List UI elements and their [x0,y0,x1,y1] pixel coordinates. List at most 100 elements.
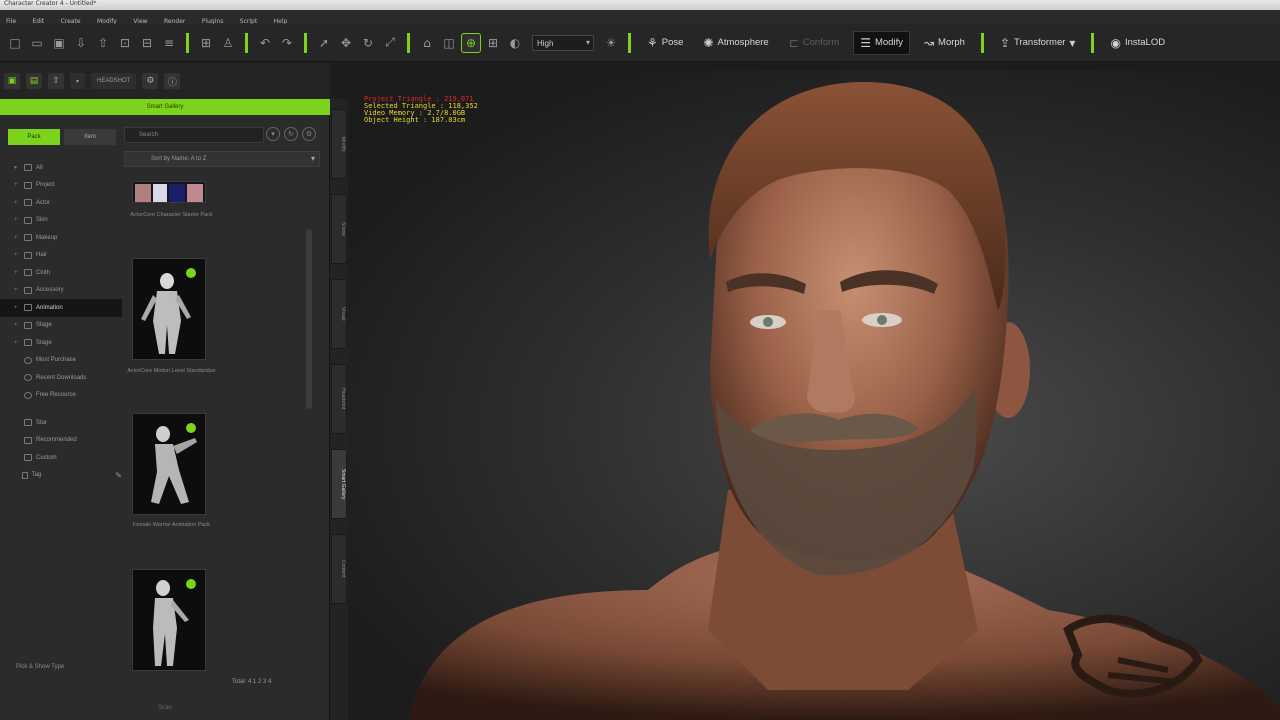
tree-item-selected[interactable]: + Animation [0,299,122,317]
thumbnail-image [133,259,205,359]
clothes-icon[interactable]: ⊡ [116,34,134,52]
thumbnail-item[interactable] [132,413,206,515]
transformer-icon: ⇪ [999,35,1011,50]
morph-icon: ↝ [923,35,935,50]
menu-bar: File Edit Create Modify View Render Plug… [0,10,1280,25]
tree-item[interactable]: + Skin [0,212,122,230]
tree-item[interactable]: + Stage [0,334,122,352]
side-tab-headshot[interactable]: Headshot [331,364,347,434]
tree-item[interactable]: + Actor [0,194,122,212]
headshot-button[interactable]: HEADSHOT [91,73,137,89]
window-title: Character Creator 4 - Untitled* [4,0,97,7]
rotate-icon[interactable]: ↻ [359,34,377,52]
side-tab-smart-gallery[interactable]: Smart Gallery [331,449,347,519]
tree-item[interactable]: + Makeup [0,229,122,247]
figure-icon[interactable]: ♙ [219,34,237,52]
toolbar-separator [186,32,189,53]
morph-button[interactable]: ↝ Morph [918,32,971,54]
content-icon[interactable]: ⊞ [197,34,215,52]
tree-item[interactable]: + Hair [0,247,122,265]
modify-label: Modify [874,37,903,48]
tree-item[interactable]: Star [0,414,122,432]
side-tab-modify[interactable]: Modify [331,109,347,179]
info-icon[interactable]: ⓘ [164,73,181,89]
pin-icon[interactable]: ✎ [115,471,122,480]
atmosphere-button[interactable]: ✺ Atmosphere [697,32,774,54]
panel-header: Smart Gallery [0,99,330,115]
pagination[interactable]: Total: 4 1 2 3 4 [232,679,271,685]
thumbnail-item[interactable] [132,181,206,203]
scale-icon[interactable]: ⤢ [381,34,399,52]
pose-label: Pose [661,37,684,48]
thumbnail-item[interactable] [132,258,206,360]
pose-button[interactable]: ⚘ Pose [641,32,689,54]
frame-icon[interactable]: ◫ [440,34,458,52]
side-tab-visual[interactable]: Visual [331,279,347,349]
tab-pack[interactable]: Pack [8,129,60,145]
thumbnail-item[interactable] [132,569,206,671]
search-input[interactable]: Search [124,127,264,143]
undo-icon[interactable]: ↶ [256,34,274,52]
side-tab-strip: Modify Scene Visual Headshot Smart Galle… [330,99,348,720]
dropdown-button[interactable]: ▾ [70,73,86,89]
move-icon[interactable]: ✥ [337,34,355,52]
sphere-icon[interactable]: ◐ [506,34,524,52]
footer-option[interactable]: Pick & Show Type [0,664,120,678]
toolbar-separator [245,32,248,53]
tree-item[interactable]: Recommended [0,432,122,450]
modify-button[interactable]: ☰ Modify [853,30,910,55]
sort-select[interactable]: Sort by Name: A to Z [124,151,320,167]
search-tools: ▾ ↻ ⚙ [266,127,316,141]
tree-item[interactable]: + Stage [0,317,122,335]
thumbnail-caption: ActorCore Character Starter Pack [130,212,213,218]
conform-icon: ⊏ [788,35,799,50]
instalod-button[interactable]: ◉ InstaLOD [1104,32,1171,54]
fit-view-icon[interactable]: ⊕ [461,32,481,53]
scan-button[interactable]: Scan [158,705,172,711]
instalod-label: InstaLOD [1124,37,1166,48]
object-height-stat: Object Height : 187.03cm [364,116,466,124]
green-tool-icon[interactable]: ▣ [4,73,20,89]
modify-icon: ☰ [860,35,871,50]
tree-item[interactable]: Most Purchase [0,352,122,370]
save-icon[interactable]: ▣ [50,34,68,52]
gallery-scrollbar[interactable] [306,229,312,409]
3d-viewport[interactable]: Project Triangle : 219,071 Selected Tria… [348,70,1280,720]
new-project-icon[interactable]: □ [6,34,24,52]
side-tab-content[interactable]: Content [331,534,347,604]
refresh-icon[interactable]: ↻ [284,127,298,141]
transformer-button[interactable]: ⇪ Transformer ▾ [994,32,1081,54]
side-tab-scene[interactable]: Scene [331,194,347,264]
thumbnail-caption: Female Warrior Animation Pack [132,522,211,528]
redo-icon[interactable]: ↷ [278,34,296,52]
accessory-icon[interactable]: ⊟ [138,34,156,52]
list-icon[interactable]: ≡ [160,34,178,52]
conform-button[interactable]: ⊏ Conform [783,32,846,54]
green-tool-icon[interactable]: ▤ [26,73,42,89]
tree-item[interactable]: ▾ All [0,159,122,177]
home-camera-icon[interactable]: ⌂ [418,34,436,52]
grid-view-icon[interactable]: ⊞ [484,34,502,52]
upload-icon[interactable]: ⇧ [48,73,64,89]
light-icon[interactable]: ☀ [602,34,620,52]
toolbar-separator [628,32,631,53]
instalod-icon: ◉ [1110,35,1121,50]
tree-item[interactable]: Custom [0,449,122,467]
tree-item[interactable]: Recent Downloads [0,369,122,387]
render-quality-select[interactable]: High [532,34,594,51]
filter-icon[interactable]: ▾ [266,127,280,141]
tree-item[interactable]: + Project [0,177,122,195]
import-icon[interactable]: ⇩ [72,34,90,52]
tree-item[interactable]: + Accessory [0,282,122,300]
tree-item[interactable]: + Cloth [0,264,122,282]
settings-icon[interactable]: ⚙ [142,73,159,89]
open-icon[interactable]: ▭ [28,34,46,52]
settings-icon[interactable]: ⚙ [302,127,316,141]
category-tree: ▾ All + Project + Actor + Skin + Makeup + Hair… [0,159,122,484]
tree-item[interactable]: Tag ✎ [0,467,122,485]
select-icon[interactable]: ➚ [315,34,333,52]
tab-item[interactable]: Item [64,129,116,145]
export-icon[interactable]: ⇧ [94,34,112,52]
viewport-stats: Project Triangle : 219,071 Selected Tria… [364,96,478,124]
tree-item[interactable]: Free Resource [0,387,122,405]
